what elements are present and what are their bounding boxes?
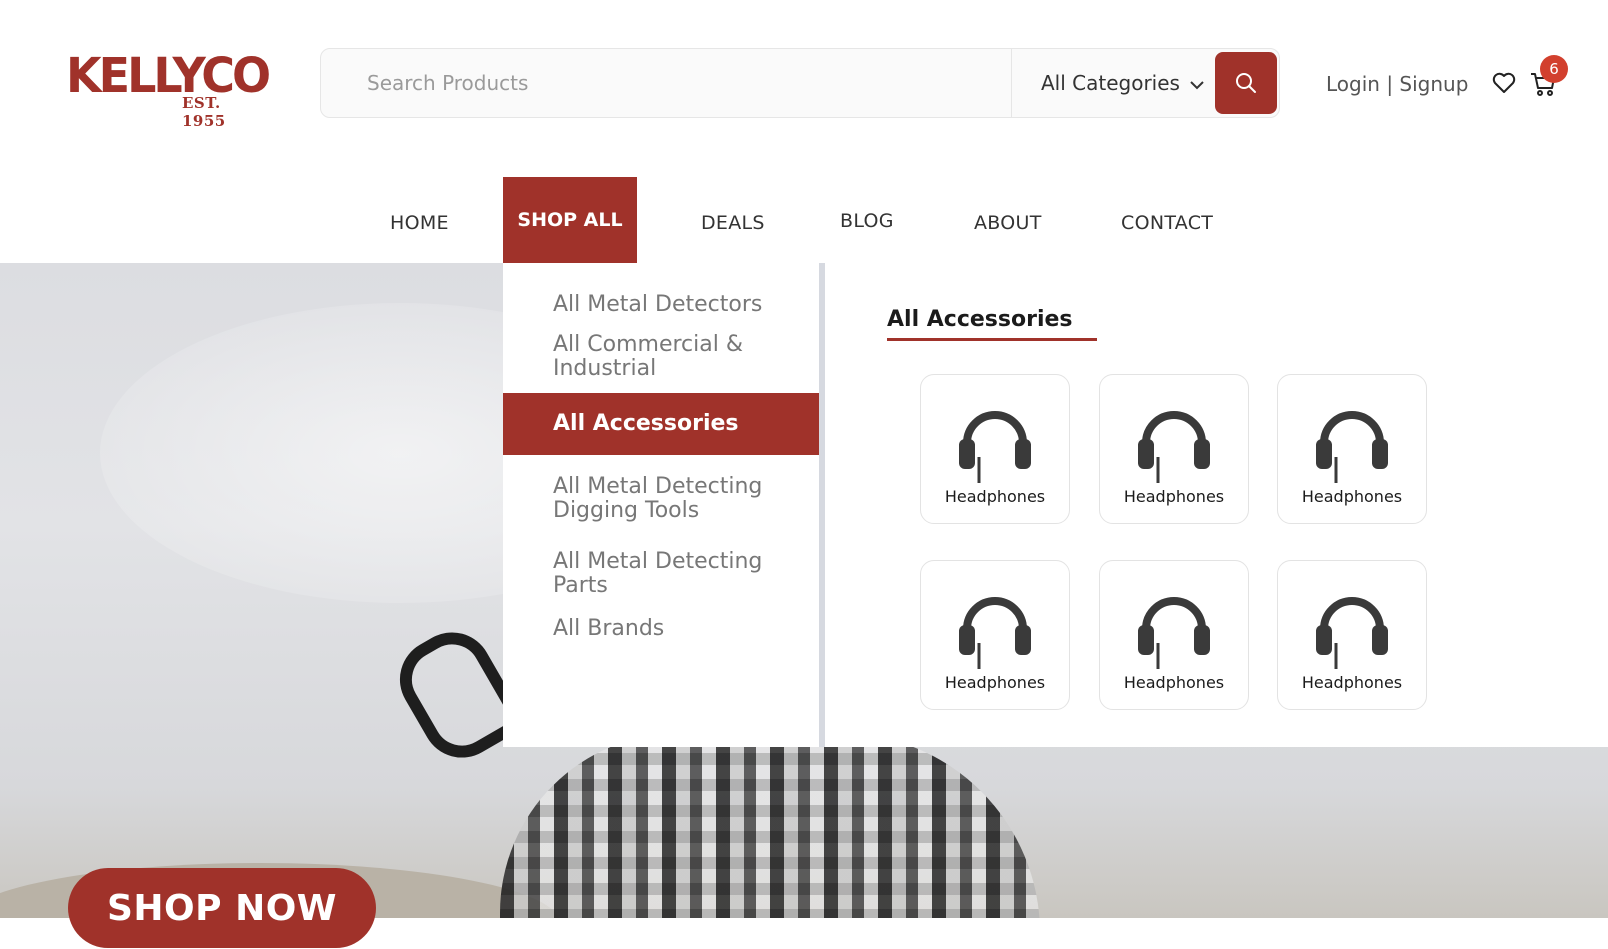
search-divider xyxy=(1011,49,1012,117)
category-select-label: All Categories xyxy=(1041,71,1180,95)
search-input[interactable] xyxy=(341,59,1001,107)
menu-item-digging-tools[interactable]: All Metal Detecting Digging Tools xyxy=(553,475,803,523)
headphones-icon xyxy=(1138,597,1210,669)
nav-item-shop-all-label: SHOP ALL xyxy=(517,209,623,231)
menu-item-metal-detectors[interactable]: All Metal Detectors xyxy=(553,293,803,317)
nav-item-contact[interactable]: CONTACT xyxy=(1121,212,1213,234)
menu-item-parts[interactable]: All Metal Detecting Parts xyxy=(553,550,803,598)
login-signup-link[interactable]: Login | Signup xyxy=(1326,72,1468,96)
accessory-card[interactable]: Headphones xyxy=(1277,374,1427,524)
category-select[interactable]: All Categories xyxy=(1041,71,1205,95)
accessory-card[interactable]: Headphones xyxy=(1277,560,1427,710)
card-label: Headphones xyxy=(1123,487,1225,506)
accessory-card[interactable]: Headphones xyxy=(1099,374,1249,524)
accessory-card[interactable]: Headphones xyxy=(920,374,1070,524)
card-label: Headphones xyxy=(1123,673,1225,692)
search-bar: All Categories xyxy=(320,48,1280,118)
panel-title: All Accessories xyxy=(887,307,1073,332)
hero-person xyxy=(500,733,1040,918)
card-label: Headphones xyxy=(1301,487,1403,506)
heart-icon[interactable] xyxy=(1492,72,1516,94)
accessory-card[interactable]: Headphones xyxy=(920,560,1070,710)
menu-item-brands[interactable]: All Brands xyxy=(553,617,803,641)
headphones-icon xyxy=(1316,411,1388,483)
kellyco-logo[interactable]: KELLYCO EST. 1955 xyxy=(66,49,271,130)
nav-item-about[interactable]: ABOUT xyxy=(974,212,1042,234)
nav-item-shop-all[interactable]: SHOP ALL xyxy=(503,177,637,263)
nav-item-home[interactable]: HOME xyxy=(390,212,449,234)
headphones-icon xyxy=(1138,411,1210,483)
nav-item-deals[interactable]: DEALS xyxy=(701,212,765,234)
headphones-icon xyxy=(959,597,1031,669)
nav-item-blog[interactable]: BLOG xyxy=(840,210,894,232)
mega-menu-panel: All Accessories Headphones Headphones He… xyxy=(825,263,1608,747)
search-button[interactable] xyxy=(1215,52,1277,114)
panel-title-underline xyxy=(887,338,1097,341)
chevron-down-icon xyxy=(1190,80,1205,89)
card-label: Headphones xyxy=(944,487,1046,506)
headphones-icon xyxy=(959,411,1031,483)
search-icon xyxy=(1236,73,1256,93)
menu-item-commercial-industrial[interactable]: All Commercial & Industrial xyxy=(553,333,803,381)
card-label: Headphones xyxy=(944,673,1046,692)
mega-menu-categories: All Metal Detectors All Commercial & Ind… xyxy=(503,263,820,747)
menu-item-accessories[interactable]: All Accessories xyxy=(503,393,820,455)
logo-established: EST. 1955 xyxy=(182,94,226,130)
shop-now-button[interactable]: SHOP NOW xyxy=(68,868,376,948)
accessory-card[interactable]: Headphones xyxy=(1099,560,1249,710)
card-label: Headphones xyxy=(1301,673,1403,692)
headphones-icon xyxy=(1316,597,1388,669)
cart-count-badge: 6 xyxy=(1540,55,1568,83)
